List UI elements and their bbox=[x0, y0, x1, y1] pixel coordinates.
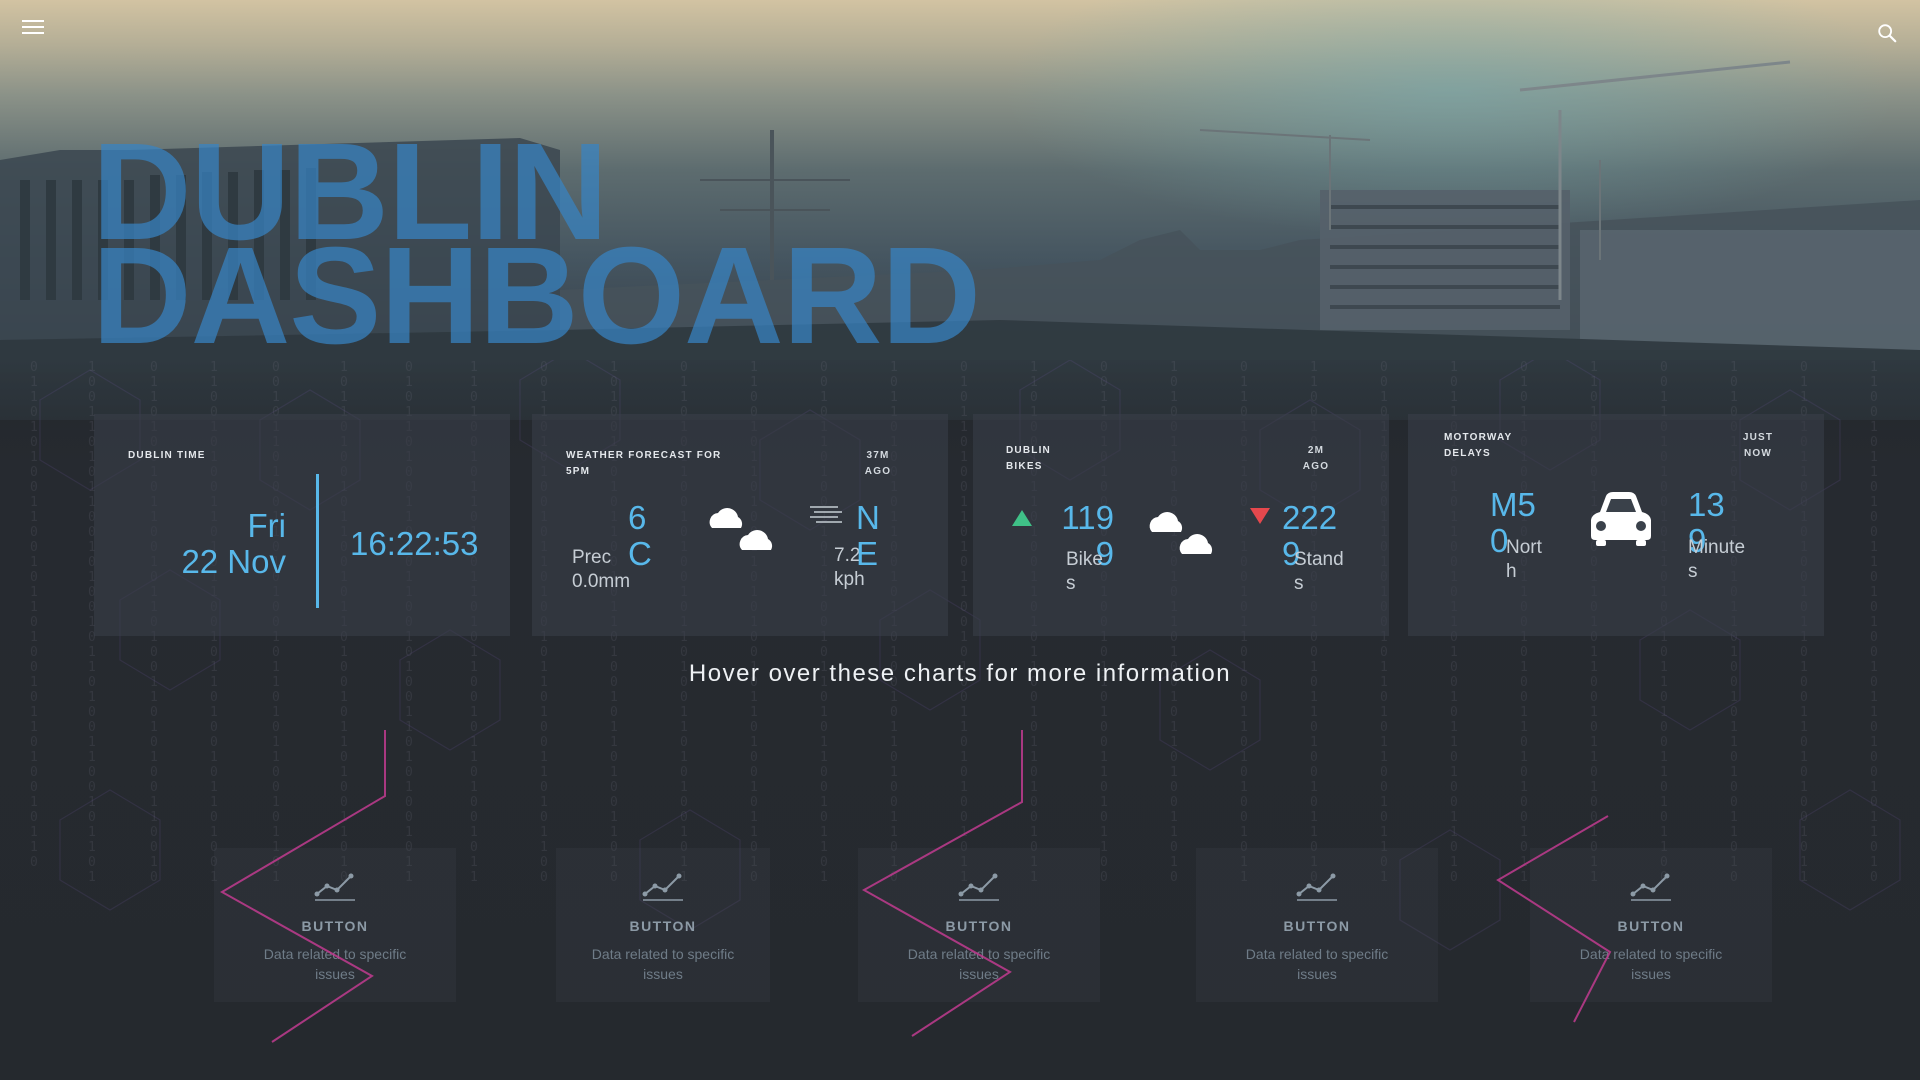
issue-button-1[interactable]: BUTTON Data related to specific issues bbox=[214, 848, 456, 1002]
issue-description-line-2: issues bbox=[643, 966, 683, 982]
line-chart-icon bbox=[958, 873, 999, 901]
delay-unit-line-1: Minute bbox=[1688, 537, 1746, 558]
issue-button-label: BUTTON bbox=[1617, 918, 1685, 934]
issue-button-4[interactable]: BUTTON Data related to specific issues bbox=[1196, 848, 1438, 1002]
bikes-value-line-1: 119 bbox=[1061, 499, 1114, 536]
issue-button-description: Data related to specific issues bbox=[1530, 944, 1772, 984]
issue-description-line-1: Data related to specific bbox=[1579, 946, 1723, 962]
car-icon bbox=[1591, 492, 1651, 546]
precipitation: Prec 0.0mm bbox=[572, 546, 630, 594]
bikes-unit-line-1: Bike bbox=[1066, 549, 1103, 570]
weather-card-label: WEATHER FORECAST FOR 5PM bbox=[566, 448, 721, 480]
triangle-up-icon bbox=[1012, 510, 1032, 526]
motorway-road-line-1: M5 bbox=[1490, 486, 1536, 523]
precipitation-value: 0.0mm bbox=[572, 571, 631, 592]
weather-card-label-line-2: 5PM bbox=[566, 466, 591, 477]
issue-description-line-1: Data related to specific bbox=[263, 946, 407, 962]
stands-unit: Stand s bbox=[1294, 548, 1344, 596]
motorway-card-label-line-2: DELAYS bbox=[1444, 448, 1491, 459]
motorway-updated-line-2: NOW bbox=[1743, 448, 1773, 459]
stands-unit-line-2: s bbox=[1294, 573, 1304, 594]
issue-button-5[interactable]: BUTTON Data related to specific issues bbox=[1530, 848, 1772, 1002]
line-chart-icon bbox=[642, 873, 683, 901]
issue-description-line-1: Data related to specific bbox=[907, 946, 1051, 962]
bikes-unit: Bike s bbox=[1066, 548, 1103, 596]
bikes-card-label: DUBLIN BIKES bbox=[1006, 443, 1051, 475]
motorway-card-label-line-1: MOTORWAY bbox=[1444, 432, 1513, 443]
issue-button-label: BUTTON bbox=[1283, 918, 1351, 934]
delay-value-line-1: 13 bbox=[1688, 486, 1725, 523]
line-chart-icon bbox=[1296, 873, 1337, 901]
wind-direction: N E bbox=[856, 500, 880, 572]
line-chart-icon bbox=[1630, 873, 1671, 901]
motorway-direction-line-1: Nort bbox=[1506, 537, 1542, 558]
motorway-direction: Nort h bbox=[1506, 536, 1542, 584]
triangle-down-icon bbox=[1250, 508, 1270, 524]
bikes-unit-line-2: s bbox=[1066, 573, 1076, 594]
page-title-line-2: DASHBOARD bbox=[92, 219, 981, 373]
issue-description-line-2: issues bbox=[315, 966, 355, 982]
time-card-label: DUBLIN TIME bbox=[128, 450, 206, 461]
issue-button-description: Data related to specific issues bbox=[214, 944, 456, 984]
issue-button-3[interactable]: BUTTON Data related to specific issues bbox=[858, 848, 1100, 1002]
cloud-icon bbox=[709, 508, 773, 550]
weather-card-label-line-1: WEATHER FORECAST FOR bbox=[566, 450, 722, 461]
bikes-updated-line-1: 2M bbox=[1307, 445, 1325, 456]
temperature-value: 6 C bbox=[628, 500, 652, 572]
cloud-icon bbox=[1149, 512, 1213, 554]
issue-button-label: BUTTON bbox=[945, 918, 1013, 934]
issue-description-line-2: issues bbox=[1297, 966, 1337, 982]
hamburger-menu-icon[interactable] bbox=[22, 20, 44, 38]
issue-button-description: Data related to specific issues bbox=[858, 944, 1100, 984]
bikes-updated-label: 2M AGO bbox=[1288, 443, 1344, 475]
stands-value-line-1: 222 bbox=[1282, 499, 1338, 536]
page-title: DUBLIN DASHBOARD bbox=[92, 123, 981, 373]
search-icon[interactable] bbox=[1876, 22, 1898, 44]
issue-button-2[interactable]: BUTTON Data related to specific issues bbox=[556, 848, 770, 1002]
weather-updated-label: 37M AGO bbox=[850, 448, 906, 480]
bikes-updated-line-2: AGO bbox=[1302, 461, 1330, 472]
weather-updated-line-2: AGO bbox=[864, 466, 892, 477]
issue-button-label: BUTTON bbox=[301, 918, 369, 934]
issue-description-line-1: Data related to specific bbox=[1245, 946, 1389, 962]
line-chart-icon bbox=[314, 873, 355, 901]
stands-unit-line-1: Stand bbox=[1294, 549, 1344, 570]
hover-caption: Hover over these charts for more informa… bbox=[688, 660, 1232, 687]
bikes-card-label-line-2: BIKES bbox=[1006, 461, 1043, 472]
date-label: 22 Nov bbox=[181, 543, 286, 580]
motorway-updated-line-1: JUST bbox=[1742, 432, 1774, 443]
issue-button-label: BUTTON bbox=[629, 918, 697, 934]
motorway-updated-label: JUST NOW bbox=[1730, 430, 1786, 462]
wind-direction-line-2: E bbox=[856, 535, 879, 572]
issue-description-line-2: issues bbox=[959, 966, 999, 982]
issue-button-description: Data related to specific issues bbox=[556, 944, 770, 984]
precipitation-label: Prec bbox=[572, 547, 612, 568]
temperature-line-2: C bbox=[628, 535, 652, 572]
motorway-direction-line-2: h bbox=[1506, 561, 1517, 582]
time-divider bbox=[316, 474, 319, 608]
day-label: Fri bbox=[247, 507, 286, 544]
clock-label: 16:22:53 bbox=[350, 525, 479, 562]
wind-icon bbox=[810, 506, 842, 523]
issue-description-line-1: Data related to specific bbox=[591, 946, 735, 962]
temperature-line-1: 6 bbox=[628, 499, 647, 536]
issue-description-line-2: issues bbox=[1631, 966, 1671, 982]
motorway-card-label: MOTORWAY DELAYS bbox=[1444, 430, 1512, 462]
delay-unit: Minute s bbox=[1688, 536, 1745, 584]
delay-unit-line-2: s bbox=[1688, 561, 1698, 582]
wind-direction-line-1: N bbox=[856, 499, 880, 536]
bikes-card-label-line-1: DUBLIN bbox=[1006, 445, 1051, 456]
weather-updated-line-1: 37M bbox=[866, 450, 890, 461]
issue-button-description: Data related to specific issues bbox=[1196, 944, 1438, 984]
